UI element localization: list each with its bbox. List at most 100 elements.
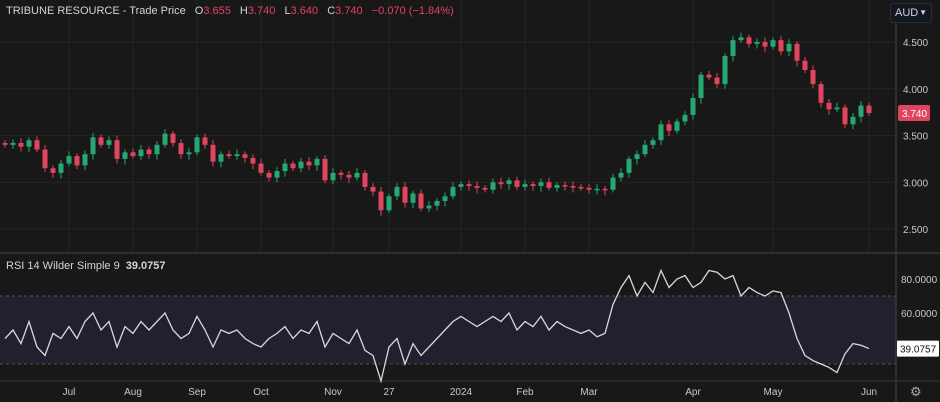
candle bbox=[554, 182, 560, 192]
candle bbox=[370, 183, 376, 197]
candle bbox=[802, 56, 808, 73]
currency-select[interactable]: AUD ▼ bbox=[890, 3, 932, 23]
rsi-label: RSI 14 Wilder Simple 9 bbox=[6, 260, 120, 272]
time-tick-label: Aug bbox=[124, 387, 142, 398]
rsi-value: 39.0757 bbox=[125, 260, 166, 272]
candle bbox=[282, 158, 288, 177]
candle bbox=[402, 182, 408, 208]
candle-body bbox=[738, 37, 744, 41]
candle bbox=[194, 134, 200, 156]
candle-body bbox=[162, 133, 168, 145]
candle-body bbox=[306, 161, 312, 166]
candle bbox=[770, 37, 776, 50]
candle-body bbox=[250, 157, 256, 164]
candle-body bbox=[690, 98, 696, 115]
candle-body bbox=[266, 172, 272, 178]
candle bbox=[314, 156, 320, 172]
last-price-label: 3.740 bbox=[902, 109, 927, 120]
candle bbox=[18, 138, 24, 152]
candle-body bbox=[522, 184, 528, 187]
chart-canvas[interactable]: 4.500 4.000 3.500 3.000 2.500 80.0000 60.0000 J… bbox=[0, 0, 940, 402]
candle-body bbox=[722, 56, 728, 85]
candle bbox=[186, 147, 192, 160]
currency-label: AUD bbox=[895, 7, 919, 19]
candle-body bbox=[98, 137, 104, 145]
candle bbox=[570, 181, 576, 193]
candle-body bbox=[618, 172, 624, 178]
candle-body bbox=[362, 172, 368, 187]
candle-body bbox=[402, 186, 408, 203]
candle-body bbox=[674, 121, 680, 131]
candle bbox=[754, 38, 760, 49]
candle-body bbox=[514, 180, 520, 187]
candle-body bbox=[314, 158, 320, 166]
rsi-legend: RSI 14 Wilder Simple 9 39.0757 bbox=[6, 260, 165, 272]
candle bbox=[442, 192, 448, 207]
candle bbox=[346, 171, 352, 184]
candle-body bbox=[570, 185, 576, 188]
candle bbox=[146, 146, 152, 159]
candle-body bbox=[746, 37, 752, 44]
candle bbox=[226, 150, 232, 159]
candle bbox=[426, 200, 432, 213]
candle bbox=[90, 132, 96, 160]
symbol-title: TRIBUNE RESOURCE - Trade Price bbox=[6, 5, 186, 17]
candle-body bbox=[226, 154, 232, 157]
candle-body bbox=[578, 186, 584, 189]
candle bbox=[82, 150, 88, 171]
candle bbox=[618, 168, 624, 182]
candle bbox=[2, 140, 8, 148]
candle bbox=[538, 178, 544, 192]
candle-body bbox=[258, 163, 264, 173]
candle bbox=[26, 137, 32, 153]
candle bbox=[490, 178, 496, 194]
candle-body bbox=[706, 74, 712, 78]
time-tick-label: Nov bbox=[324, 387, 342, 398]
candle bbox=[234, 149, 240, 160]
chart-widget: 4.500 4.000 3.500 3.000 2.500 80.0000 60.0000 J… bbox=[0, 0, 940, 402]
candle-body bbox=[490, 182, 496, 190]
candle bbox=[482, 185, 488, 193]
candle-body bbox=[658, 124, 664, 141]
candle bbox=[58, 159, 64, 179]
time-tick-label: 2024 bbox=[450, 387, 473, 398]
rsi-tick-label: 80.0000 bbox=[901, 275, 938, 286]
candle bbox=[546, 177, 552, 191]
candle-body bbox=[762, 42, 768, 47]
change-value: −0.070 (−1.84%) bbox=[371, 5, 454, 17]
price-tick-label: 4.000 bbox=[903, 85, 928, 96]
candle bbox=[714, 72, 720, 88]
rsi-band bbox=[0, 296, 896, 364]
candle-body bbox=[442, 196, 448, 201]
candle bbox=[274, 167, 280, 183]
candle-body bbox=[450, 186, 456, 197]
candle bbox=[354, 168, 360, 181]
time-tick-label: 27 bbox=[383, 387, 395, 398]
candle-body bbox=[698, 74, 704, 99]
candle bbox=[170, 130, 176, 147]
candle bbox=[266, 170, 272, 182]
time-tick-label: Jul bbox=[63, 387, 76, 398]
candle-body bbox=[410, 193, 416, 203]
candle-body bbox=[594, 188, 600, 191]
candle-body bbox=[682, 114, 688, 122]
candle bbox=[666, 119, 672, 137]
candle-body bbox=[666, 124, 672, 131]
candle bbox=[586, 184, 592, 194]
candle-body bbox=[370, 186, 376, 192]
candle-body bbox=[202, 137, 208, 145]
candle bbox=[66, 151, 72, 167]
candle-body bbox=[242, 154, 248, 158]
candle bbox=[762, 37, 768, 53]
candle-body bbox=[818, 84, 824, 103]
settings-icon[interactable]: ⚙ bbox=[910, 384, 922, 400]
candle-body bbox=[282, 163, 288, 172]
candle-body bbox=[58, 163, 64, 173]
candle bbox=[162, 128, 168, 148]
candle-body bbox=[186, 152, 192, 155]
candle-body bbox=[210, 144, 216, 162]
candle-body bbox=[554, 185, 560, 188]
candle bbox=[322, 155, 328, 184]
candle-body bbox=[810, 70, 816, 85]
candle-body bbox=[322, 158, 328, 181]
